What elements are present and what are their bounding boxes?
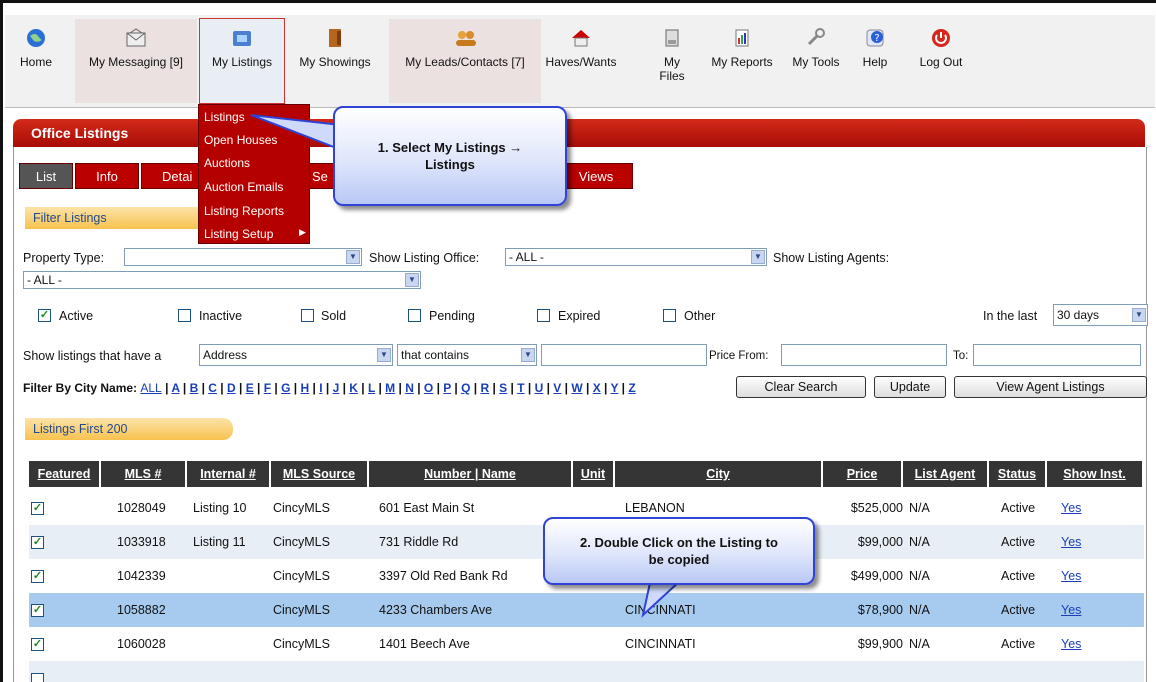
app-window: Home My Messaging [9] My Listings My Sho…	[0, 0, 1156, 682]
callout-step-1: 1. Select My Listings → Listings	[333, 106, 567, 206]
callout-1-line1: 1. Select My Listings →	[377, 140, 523, 155]
callout-2-line2: be copied	[648, 552, 710, 567]
callout-step-2: 2. Double Click on the Listing to be cop…	[543, 517, 815, 585]
callout-1-pointer	[250, 114, 343, 151]
callout-1-line2: Listings	[425, 157, 475, 172]
callout-2-line1: 2. Double Click on the Listing to	[580, 535, 778, 550]
